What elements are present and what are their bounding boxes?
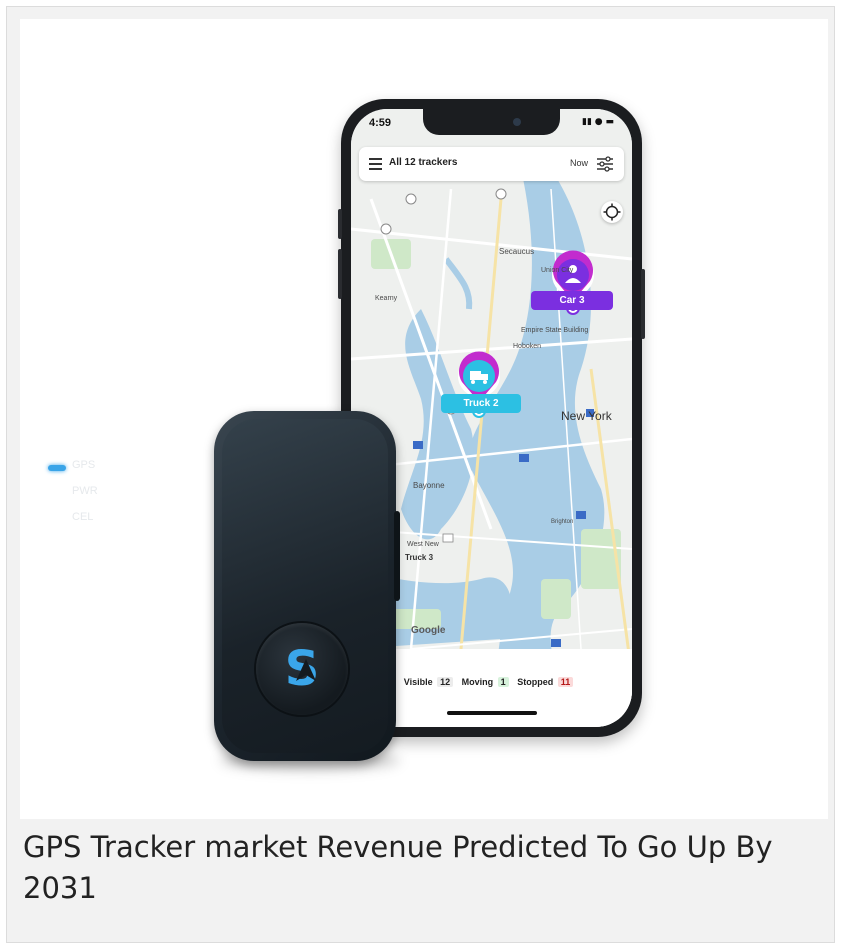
map-label-bayonne: Bayonne [413,481,445,490]
menu-icon[interactable] [369,158,382,170]
map-label-kearny: Kearny [375,295,398,302]
status-icons: ▮▮ ● ▬ [582,117,614,127]
status-time: 4:59 [369,117,392,129]
car-tag[interactable]: Car 3 [531,291,613,310]
article-card[interactable]: 4:59 ▮▮ ● ▬ All 12 trackers Now Secaucus… [6,6,835,943]
map-label-union-city: Union City [541,267,574,274]
map-label-secaucus: Secaucus [499,247,535,256]
tracker-topbar: All 12 trackers Now [359,147,624,181]
map-label-brighton: Brighton [551,519,574,525]
stopped-label: Stopped [517,677,554,687]
led-label-gps: GPS [72,459,96,471]
spytec-logo-icon: S [285,641,320,697]
phone-side-button [338,249,342,299]
visible-label: Visible [403,677,433,687]
tracker-side-port [394,511,400,601]
visible-count[interactable]: 12 [437,677,454,687]
led-label-cel: CEL [72,511,94,523]
map-label-empire-state: Empire State Building [521,327,589,334]
article-caption[interactable]: GPS Tracker market Revenue Predicted To … [23,827,813,909]
trackers-title: All 12 trackers [389,157,458,168]
gps-led-icon [48,465,66,471]
google-logo: Google [411,625,446,636]
phone-notch [423,109,560,135]
filter-icon[interactable] [596,156,614,172]
map-label-new-york: New York [561,409,612,423]
stopped-count[interactable]: 11 [557,677,574,687]
time-filter-label[interactable]: Now [570,158,588,168]
truck-tag[interactable]: Truck 2 [441,394,521,413]
moving-label: Moving [461,677,494,687]
map-label-hoboken: Hoboken [513,343,542,350]
home-indicator[interactable] [447,711,537,715]
phone-power-button [641,269,645,339]
truck-map-label: Truck 3 [405,553,434,562]
crosshair-icon [603,203,621,221]
front-camera [513,118,521,126]
map-label-west-new: West New [407,541,439,548]
product-photo: 4:59 ▮▮ ● ▬ All 12 trackers Now Secaucus… [20,19,828,819]
led-label-pwr: PWR [72,485,98,497]
tracker-sos-button[interactable]: S [256,623,348,715]
moving-count[interactable]: 1 [497,677,509,687]
locate-me-button[interactable] [601,201,623,223]
phone-side-button [338,209,342,239]
